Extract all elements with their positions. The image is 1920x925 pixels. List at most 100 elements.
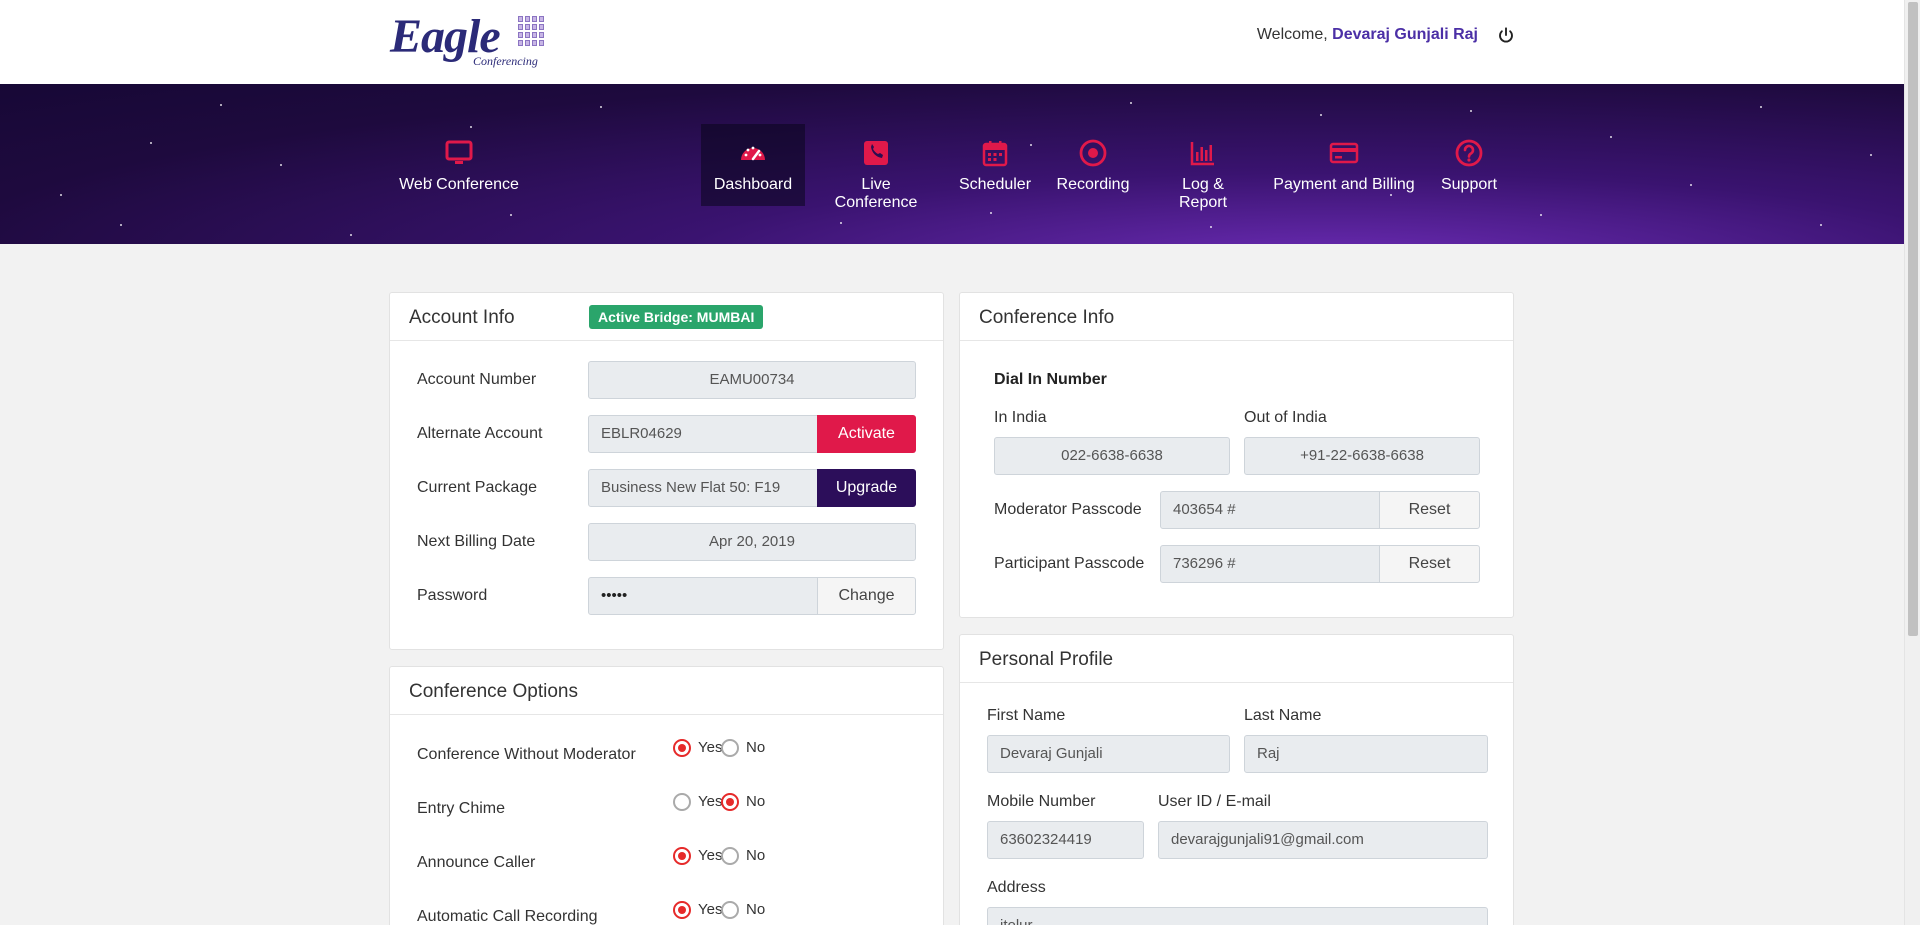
radio-no-label: No: [746, 739, 766, 756]
user-id-field[interactable]: devarajgunjali91@gmail.com: [1158, 821, 1488, 859]
nav-recording-label: Recording: [1056, 176, 1130, 193]
first-name-label: First Name: [987, 707, 1066, 724]
nav-log-report[interactable]: Log & Report: [1156, 124, 1250, 211]
nav-web-conference-label: Web Conference: [399, 176, 519, 193]
out-of-india-label: Out of India: [1244, 409, 1327, 426]
radio-yes-label: Yes: [698, 847, 723, 864]
phone-icon: [864, 141, 888, 165]
help-icon: [1455, 139, 1483, 167]
conference-info-title: Conference Info: [979, 307, 1115, 328]
power-icon[interactable]: [1497, 26, 1515, 44]
dial-in-number-heading: Dial In Number: [994, 371, 1107, 388]
account-info-header: Account Info Active Bridge: MUMBAI: [390, 293, 943, 341]
nav-dashboard[interactable]: Dashboard: [701, 124, 805, 206]
nav-live-conference-label: Live Conference: [834, 176, 918, 211]
nav-live-conference[interactable]: Live Conference: [820, 124, 932, 211]
main-nav: Web Conference Dashboard Live Conference…: [0, 84, 1904, 244]
eagle-logo[interactable]: Eagle Conferencing: [390, 12, 552, 70]
account-number-label: Account Number: [417, 371, 537, 388]
option-label: Automatic Call Recording: [417, 908, 598, 925]
address-field[interactable]: itolur: [987, 907, 1488, 925]
last-name-label: Last Name: [1244, 707, 1322, 724]
moderator-passcode-label: Moderator Passcode: [994, 501, 1142, 518]
radio-no[interactable]: [721, 847, 739, 865]
option-label: Entry Chime: [417, 800, 506, 817]
account-info-panel: Account Info Active Bridge: MUMBAI Accou…: [389, 292, 944, 650]
out-of-india-field: +91-22-6638-6638: [1244, 437, 1480, 475]
radio-yes[interactable]: [673, 847, 691, 865]
calendar-icon: [982, 141, 1008, 167]
first-name-field[interactable]: Devaraj Gunjali: [987, 735, 1230, 773]
next-billing-date-field: Apr 20, 2019: [588, 523, 916, 561]
conference-info-header: Conference Info: [960, 293, 1513, 341]
logo-subtext: Conferencing: [473, 54, 538, 68]
record-icon: [1079, 139, 1107, 167]
user-name[interactable]: Devaraj Gunjali Raj: [1332, 26, 1478, 43]
radio-no-label: No: [746, 847, 766, 864]
radio-yes-label: Yes: [698, 739, 723, 756]
nav-log-report-label: Log & Report: [1178, 176, 1228, 211]
in-india-label: In India: [994, 409, 1047, 426]
alternate-account-field[interactable]: EBLR04629: [588, 415, 818, 453]
radio-no[interactable]: [721, 901, 739, 919]
upgrade-button[interactable]: Upgrade: [817, 469, 916, 507]
in-india-field: 022-6638-6638: [994, 437, 1230, 475]
scrollbar-thumb[interactable]: [1908, 2, 1918, 636]
radio-yes[interactable]: [673, 739, 691, 757]
welcome-prefix: Welcome,: [1256, 26, 1328, 43]
account-info-title: Account Info: [409, 307, 515, 328]
credit-card-icon: [1329, 142, 1359, 164]
radio-yes-label: Yes: [698, 901, 723, 918]
current-package-label: Current Package: [417, 479, 538, 496]
address-label: Address: [987, 879, 1046, 896]
option-label: Announce Caller: [417, 854, 536, 871]
participant-passcode-label: Participant Passcode: [994, 555, 1145, 572]
reset-participant-button[interactable]: Reset: [1379, 545, 1480, 583]
option-label: Conference Without Moderator: [417, 746, 636, 763]
top-bar: Eagle Conferencing Welcome, Devaraj Gunj…: [0, 0, 1904, 84]
logo-keypad-icon: [518, 16, 544, 46]
user-id-label: User ID / E-mail: [1158, 793, 1271, 810]
radio-yes[interactable]: [673, 793, 691, 811]
radio-no-label: No: [746, 793, 766, 810]
participant-passcode-field: 736296 #: [1160, 545, 1380, 583]
radio-yes[interactable]: [673, 901, 691, 919]
conference-info-panel: Conference Info Dial In Number In India …: [959, 292, 1514, 618]
nav-payment-billing-label: Payment and Billing: [1273, 176, 1415, 193]
bar-chart-icon: [1190, 142, 1214, 166]
conference-options-panel: Conference Options Conference Without Mo…: [389, 666, 944, 925]
active-bridge-badge: Active Bridge: MUMBAI: [589, 305, 764, 329]
monitor-icon: [445, 140, 473, 164]
personal-profile-header: Personal Profile: [960, 635, 1513, 683]
password-field[interactable]: •••••: [588, 577, 818, 615]
radio-no-label: No: [746, 901, 766, 918]
speedometer-icon: [741, 146, 765, 161]
nav-recording[interactable]: Recording: [1052, 124, 1134, 206]
mobile-number-field[interactable]: 63602324419: [987, 821, 1144, 859]
activate-button[interactable]: Activate: [817, 415, 916, 453]
nav-scheduler-label: Scheduler: [958, 176, 1032, 193]
radio-yes-label: Yes: [698, 793, 723, 810]
personal-profile-title: Personal Profile: [979, 649, 1114, 670]
reset-moderator-button[interactable]: Reset: [1379, 491, 1480, 529]
current-package-field: Business New Flat 50: F19: [588, 469, 818, 507]
radio-no[interactable]: [721, 739, 739, 757]
moderator-passcode-field: 403654 #: [1160, 491, 1380, 529]
alternate-account-label: Alternate Account: [417, 425, 543, 442]
next-billing-date-label: Next Billing Date: [417, 533, 536, 550]
conference-options-title: Conference Options: [409, 681, 578, 702]
change-password-button[interactable]: Change: [817, 577, 916, 615]
nav-web-conference[interactable]: Web Conference: [398, 124, 520, 206]
nav-scheduler[interactable]: Scheduler: [955, 124, 1035, 206]
account-number-field: EAMU00734: [588, 361, 916, 399]
password-label: Password: [417, 587, 488, 604]
nav-payment-billing[interactable]: Payment and Billing: [1273, 124, 1415, 206]
welcome-message: Welcome, Devaraj Gunjali Raj: [1257, 26, 1478, 44]
radio-no[interactable]: [721, 793, 739, 811]
nav-dashboard-label: Dashboard: [713, 176, 793, 193]
page-scrollbar[interactable]: [1904, 0, 1920, 925]
personal-profile-panel: Personal Profile First Name Devaraj Gunj…: [959, 634, 1514, 925]
nav-support[interactable]: Support: [1438, 124, 1500, 206]
mobile-number-label: Mobile Number: [987, 793, 1096, 810]
last-name-field[interactable]: Raj: [1244, 735, 1488, 773]
